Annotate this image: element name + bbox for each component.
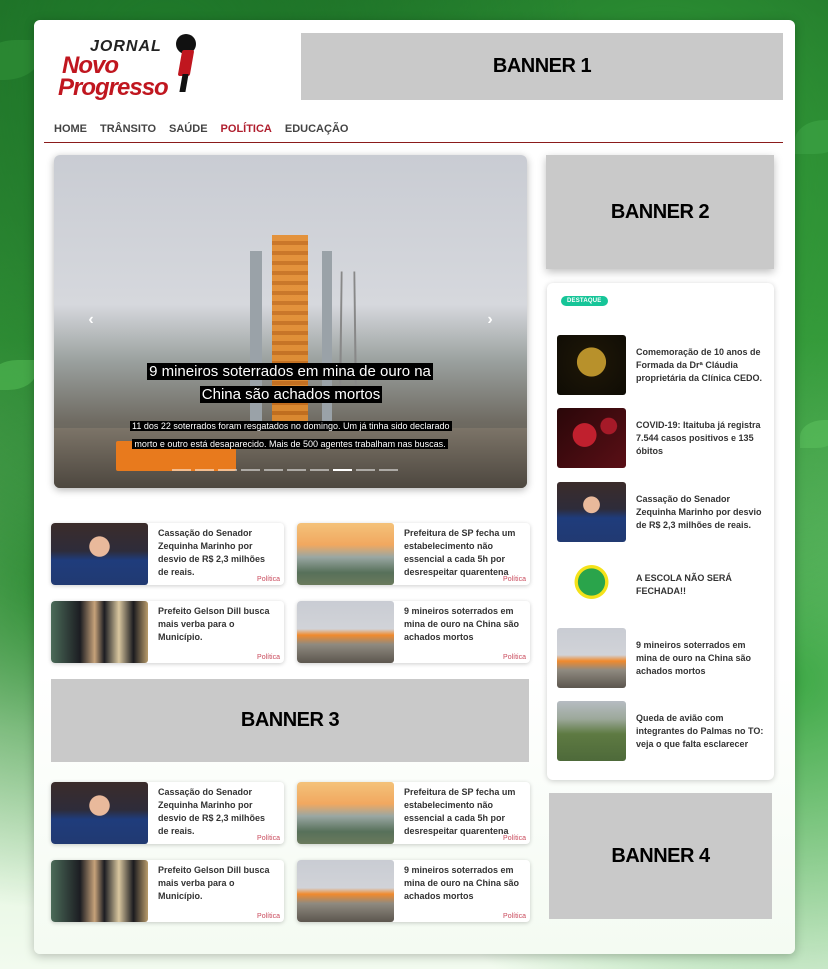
highlight-item[interactable]: COVID-19: Itaituba já registra 7.544 cas… [557,408,767,468]
news-category[interactable]: Política [257,654,280,661]
slide-indicator[interactable] [218,469,237,471]
news-category[interactable]: Política [503,576,526,583]
nav-item-transito[interactable]: TRÂNSITO [100,123,156,135]
site-logo[interactable]: JORNAL Novo Progresso [56,32,196,102]
nav-item-politica[interactable]: POLÍTICA [221,123,272,135]
news-thumbnail [297,601,394,663]
microphone-icon [172,34,198,92]
highlight-thumbnail [557,408,626,468]
news-card[interactable]: 9 mineiros soterrados em mina de ouro na… [297,601,530,663]
highlight-title[interactable]: Queda de avião com integrantes do Palmas… [626,712,767,751]
news-category[interactable]: Política [257,835,280,842]
highlight-thumbnail [557,701,626,761]
logo-text-progresso: Progresso [58,74,169,101]
slide-caption: 9 mineiros soterrados em mina de ouro na… [130,360,452,452]
slide-indicator[interactable] [379,469,398,471]
highlight-item[interactable]: 9 mineiros soterrados em mina de ouro na… [557,628,767,688]
slide-summary: 11 dos 22 soterrados foram resgatados no… [130,416,452,452]
slide-indicator[interactable] [287,469,306,471]
chevron-left-icon[interactable]: ‹ [82,311,100,329]
slide-indicators [172,469,398,471]
nav-item-educacao[interactable]: EDUCAÇÃO [285,123,349,135]
leaf-decoration [800,420,828,448]
news-title[interactable]: Cassação do Senador Zequinha Marinho por… [158,787,265,836]
news-card[interactable]: 9 mineiros soterrados em mina de ouro na… [297,860,530,922]
highlight-item[interactable]: Cassação do Senador Zequinha Marinho por… [557,482,767,542]
highlight-item[interactable]: Comemoração de 10 anos de Formada da Drª… [557,335,767,395]
news-card[interactable]: Prefeito Gelson Dill busca mais verba pa… [51,860,284,922]
news-thumbnail [51,782,148,844]
page-container: JORNAL Novo Progresso BANNER 1 HOME TRÂN… [34,20,795,954]
news-card-text: Prefeitura de SP fecha um estabeleciment… [394,523,530,585]
news-card-text: Prefeitura de SP fecha um estabeleciment… [394,782,530,844]
news-card[interactable]: Prefeitura de SP fecha um estabeleciment… [297,782,530,844]
news-card[interactable]: Prefeito Gelson Dill busca mais verba pa… [51,601,284,663]
highlight-title[interactable]: A ESCOLA NÃO SERÁ FECHADA!! [626,572,767,598]
leaf-decoration [795,120,828,154]
highlight-thumbnail [557,555,626,615]
news-title[interactable]: Prefeito Gelson Dill busca mais verba pa… [158,865,270,901]
news-title[interactable]: Prefeito Gelson Dill busca mais verba pa… [158,606,270,642]
news-title[interactable]: 9 mineiros soterrados em mina de ouro na… [404,606,519,642]
nav-item-saude[interactable]: SAÚDE [169,123,208,135]
news-thumbnail [297,782,394,844]
news-title[interactable]: Prefeitura de SP fecha um estabeleciment… [404,528,515,577]
news-card-text: Cassação do Senador Zequinha Marinho por… [148,782,284,844]
nav-item-home[interactable]: HOME [54,123,87,135]
slide-indicator-active[interactable] [333,469,352,471]
banner-4[interactable]: BANNER 4 [549,793,772,919]
slide-indicator[interactable] [264,469,283,471]
news-card[interactable]: Cassação do Senador Zequinha Marinho por… [51,782,284,844]
news-thumbnail [297,860,394,922]
news-category[interactable]: Política [503,835,526,842]
highlight-thumbnail [557,335,626,395]
banner-3[interactable]: BANNER 3 [51,679,529,762]
highlight-title[interactable]: Comemoração de 10 anos de Formada da Drª… [626,346,767,385]
news-card[interactable]: Prefeitura de SP fecha um estabeleciment… [297,523,530,585]
slide-summary-text: 11 dos 22 soterrados foram resgatados no… [130,421,452,449]
banner-2[interactable]: BANNER 2 [546,155,774,269]
news-thumbnail [297,523,394,585]
news-card-text: 9 mineiros soterrados em mina de ouro na… [394,601,530,663]
highlight-thumbnail [557,482,626,542]
highlight-thumbnail [557,628,626,688]
chevron-right-icon[interactable]: › [481,311,499,329]
news-title[interactable]: Cassação do Senador Zequinha Marinho por… [158,528,265,577]
news-thumbnail [51,523,148,585]
highlight-title[interactable]: COVID-19: Itaituba já registra 7.544 cas… [626,419,767,458]
highlight-title[interactable]: 9 mineiros soterrados em mina de ouro na… [626,639,767,678]
news-title[interactable]: Prefeitura de SP fecha um estabeleciment… [404,787,515,836]
news-thumbnail [51,601,148,663]
news-card-text: Cassação do Senador Zequinha Marinho por… [148,523,284,585]
slide-indicator[interactable] [356,469,375,471]
highlight-item[interactable]: A ESCOLA NÃO SERÁ FECHADA!! [557,555,767,615]
news-card[interactable]: Cassação do Senador Zequinha Marinho por… [51,523,284,585]
highlights-badge: DESTAQUE [561,296,608,306]
news-card-text: Prefeito Gelson Dill busca mais verba pa… [148,601,284,663]
highlight-item[interactable]: Queda de avião com integrantes do Palmas… [557,701,767,761]
highlight-title[interactable]: Cassação do Senador Zequinha Marinho por… [626,493,767,532]
news-category[interactable]: Política [257,913,280,920]
news-category[interactable]: Política [503,654,526,661]
highlights-panel: DESTAQUE Comemoração de 10 anos de Forma… [547,283,774,780]
news-card-text: Prefeito Gelson Dill busca mais verba pa… [148,860,284,922]
slide-indicator[interactable] [195,469,214,471]
slide-indicator[interactable] [241,469,260,471]
news-card-text: 9 mineiros soterrados em mina de ouro na… [394,860,530,922]
news-category[interactable]: Política [503,913,526,920]
slide-indicator[interactable] [310,469,329,471]
leaf-decoration [0,360,36,390]
main-nav: HOME TRÂNSITO SAÚDE POLÍTICA EDUCAÇÃO [44,116,783,143]
news-title[interactable]: 9 mineiros soterrados em mina de ouro na… [404,865,519,901]
news-category[interactable]: Política [257,576,280,583]
slide-indicator[interactable] [172,469,191,471]
slide-title[interactable]: 9 mineiros soterrados em mina de ouro na… [147,363,433,403]
news-slider[interactable]: 9 mineiros soterrados em mina de ouro na… [54,155,527,488]
news-thumbnail [51,860,148,922]
banner-1[interactable]: BANNER 1 [301,33,783,100]
